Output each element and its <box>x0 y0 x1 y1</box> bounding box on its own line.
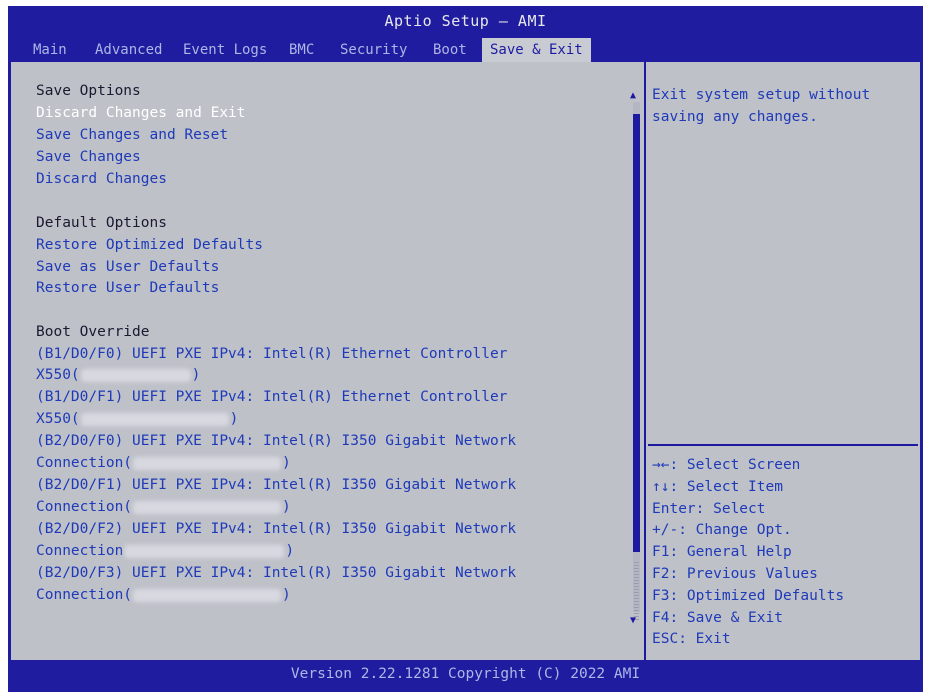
key-select-item: ↑↓: Select Item <box>652 478 783 495</box>
boot-override-item-2[interactable]: (B1/D0/F1) UEFI PXE IPv4: Intel(R) Ether… <box>36 387 507 407</box>
key-save-exit: F4: Save & Exit <box>652 609 783 626</box>
boot-override-item-4[interactable]: (B2/D0/F1) UEFI PXE IPv4: Intel(R) I350 … <box>36 475 516 495</box>
scrollbar-thumb[interactable] <box>633 114 640 552</box>
scroll-down-arrow-icon[interactable]: ▼ <box>630 615 636 626</box>
menu-pane: Save Options Discard Changes and Exit Sa… <box>11 62 644 660</box>
key-change-opt: +/-: Change Opt. <box>652 522 792 539</box>
boot-override-item-6-cont[interactable]: Connection() <box>36 585 291 605</box>
key-esc-exit: ESC: Exit <box>652 631 731 648</box>
redacted-mac <box>133 588 282 602</box>
redacted-mac <box>124 544 285 558</box>
boot-override-item-5[interactable]: (B2/D0/F2) UEFI PXE IPv4: Intel(R) I350 … <box>36 519 516 539</box>
menu-item-restore-optimized-defaults[interactable]: Restore Optimized Defaults <box>36 235 263 255</box>
close-paren: ) <box>191 367 201 383</box>
close-paren: ) <box>282 587 291 603</box>
boot-override-item-3-cont[interactable]: Connection() <box>36 453 291 473</box>
boot-override-item-2-cont[interactable]: X550() <box>36 409 238 429</box>
device-label: X550( <box>36 411 80 427</box>
redacted-mac <box>133 456 282 470</box>
help-pane: Exit system setup without saving any cha… <box>646 62 920 660</box>
redacted-mac <box>80 368 191 382</box>
tab-bmc[interactable]: BMC <box>289 38 314 62</box>
tab-save-exit[interactable]: Save & Exit <box>482 38 591 62</box>
content-panel: Save Options Discard Changes and Exit Sa… <box>11 62 920 660</box>
default-options-header: Default Options <box>36 215 167 231</box>
key-legend: →←: Select Screen ↑↓: Select Item Enter:… <box>652 455 844 651</box>
tab-boot[interactable]: Boot <box>433 38 467 62</box>
device-label: X550( <box>36 367 80 383</box>
menu-item-restore-user-defaults[interactable]: Restore User Defaults <box>36 278 219 298</box>
menu-item-discard-changes[interactable]: Discard Changes <box>36 169 167 189</box>
close-paren: ) <box>285 543 295 559</box>
boot-override-item-5-cont[interactable]: Connection) <box>36 541 294 561</box>
menu-item-save-changes[interactable]: Save Changes <box>36 147 141 167</box>
device-label: Connection <box>36 543 124 559</box>
boot-override-item-1[interactable]: (B1/D0/F0) UEFI PXE IPv4: Intel(R) Ether… <box>36 344 507 364</box>
boot-override-item-6[interactable]: (B2/D0/F3) UEFI PXE IPv4: Intel(R) I350 … <box>36 563 516 583</box>
version-footer: Version 2.22.1281 Copyright (C) 2022 AMI <box>290 666 641 682</box>
boot-override-item-3[interactable]: (B2/D0/F0) UEFI PXE IPv4: Intel(R) I350 … <box>36 431 516 451</box>
window-title: Aptio Setup – AMI <box>384 12 547 30</box>
scrollbar-track-grip <box>634 562 639 622</box>
tab-event-logs[interactable]: Event Logs <box>183 38 267 62</box>
key-optimized-defaults: F3: Optimized Defaults <box>652 587 845 604</box>
key-previous-values: F2: Previous Values <box>652 565 818 582</box>
redacted-mac <box>80 412 229 426</box>
scrollbar[interactable] <box>633 102 640 622</box>
help-description: Exit system setup without saving any cha… <box>652 87 871 125</box>
help-separator <box>648 444 918 446</box>
device-label: Connection( <box>36 499 133 515</box>
bios-screen: Aptio Setup – AMI Main Advanced Event Lo… <box>8 6 923 692</box>
tab-main[interactable]: Main <box>33 38 67 62</box>
boot-override-header: Boot Override <box>36 324 150 340</box>
save-options-header: Save Options <box>36 83 141 99</box>
device-label: Connection( <box>36 455 133 471</box>
boot-override-item-4-cont[interactable]: Connection() <box>36 497 291 517</box>
menu-item-discard-changes-and-exit[interactable]: Discard Changes and Exit <box>36 103 246 123</box>
key-general-help: F1: General Help <box>652 544 792 561</box>
close-paren: ) <box>282 455 291 471</box>
redacted-mac <box>133 500 282 514</box>
close-paren: ) <box>229 411 239 427</box>
device-label: Connection( <box>36 587 133 603</box>
tab-advanced[interactable]: Advanced <box>95 38 162 62</box>
tab-security[interactable]: Security <box>340 38 407 62</box>
close-paren: ) <box>282 499 291 515</box>
boot-override-item-1-cont[interactable]: X550() <box>36 365 200 385</box>
menu-item-save-changes-and-reset[interactable]: Save Changes and Reset <box>36 125 228 145</box>
scroll-up-arrow-icon[interactable]: ▲ <box>630 90 636 101</box>
key-enter-select: Enter: Select <box>652 500 766 517</box>
tab-bar: Main Advanced Event Logs BMC Security Bo… <box>8 38 923 62</box>
key-select-screen: →←: Select Screen <box>652 457 801 473</box>
menu-item-save-as-user-defaults[interactable]: Save as User Defaults <box>36 257 219 277</box>
